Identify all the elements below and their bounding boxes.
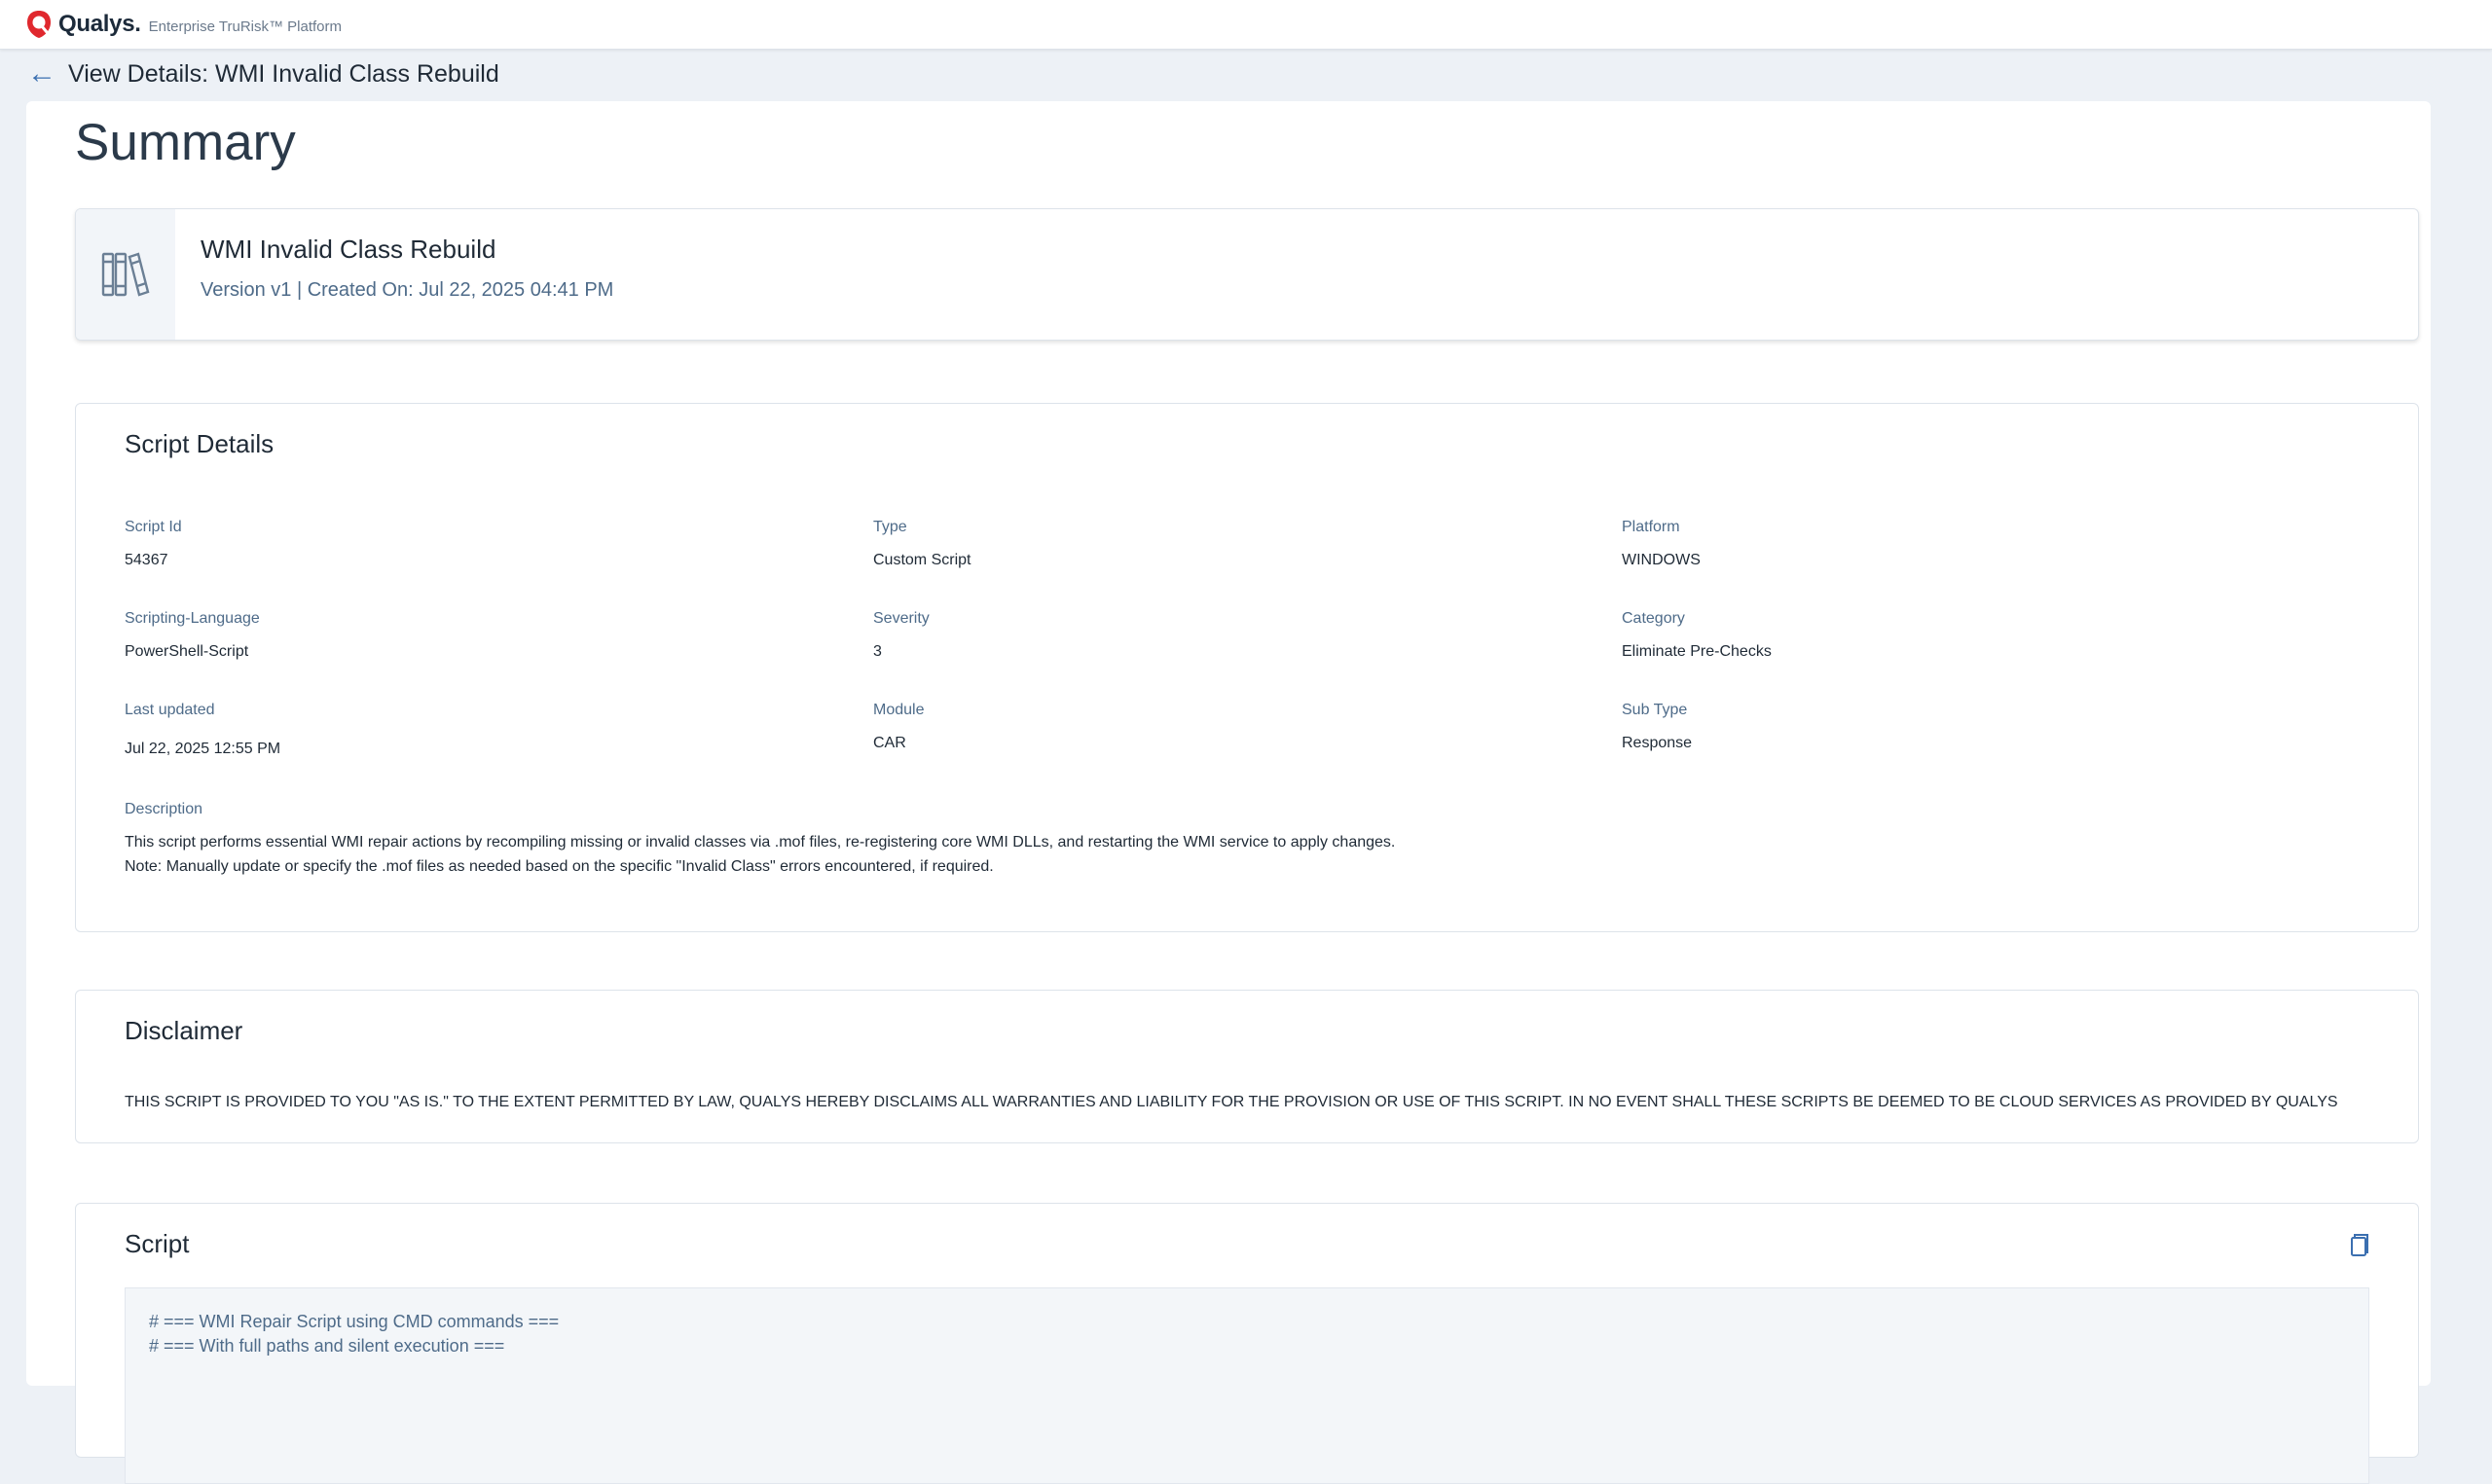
field-label: Severity bbox=[873, 610, 930, 627]
field-type: Type Custom Script bbox=[873, 519, 971, 569]
field-sub-type: Sub Type Response bbox=[1622, 702, 1692, 752]
brand-name: Qualys. bbox=[58, 11, 141, 37]
field-label: Script Id bbox=[125, 519, 182, 535]
description-line: Note: Manually update or specify the .mo… bbox=[125, 858, 994, 875]
field-label: Sub Type bbox=[1622, 702, 1688, 718]
code-line: # === With full paths and silent executi… bbox=[149, 1336, 505, 1356]
script-details-card: Script Details Script Id 54367 Type Cust… bbox=[75, 403, 2419, 932]
field-label: Module bbox=[873, 702, 925, 718]
field-value: Eliminate Pre-Checks bbox=[1622, 643, 1772, 660]
code-line: # === WMI Repair Script using CMD comman… bbox=[149, 1312, 560, 1331]
disclaimer-title: Disclaimer bbox=[125, 1016, 243, 1045]
page-header: ← View Details: WMI Invalid Class Rebuil… bbox=[27, 56, 499, 91]
qualys-logo[interactable]: Qualys. Enterprise TruRisk™ Platform bbox=[25, 10, 342, 39]
back-arrow-icon[interactable]: ← bbox=[27, 59, 56, 89]
script-name: WMI Invalid Class Rebuild bbox=[201, 235, 496, 264]
script-card: Script # === WMI Repair Script using CMD… bbox=[75, 1203, 2419, 1484]
disclaimer-card: Disclaimer THIS SCRIPT IS PROVIDED TO YO… bbox=[75, 990, 2419, 1143]
field-last-updated: Last updated Jul 22, 2025 12:55 PM bbox=[125, 702, 280, 758]
disclaimer-text: THIS SCRIPT IS PROVIDED TO YOU "AS IS." … bbox=[125, 1094, 2338, 1110]
summary-heading: Summary bbox=[75, 114, 296, 171]
description-text: This script performs essential WMI repai… bbox=[125, 830, 2364, 879]
field-value: 3 bbox=[873, 643, 882, 660]
script-details-title: Script Details bbox=[125, 429, 275, 458]
field-script-id: Script Id 54367 bbox=[125, 519, 182, 569]
field-value: Custom Script bbox=[873, 552, 971, 568]
library-books-icon bbox=[101, 252, 150, 297]
field-value: Jul 22, 2025 12:55 PM bbox=[125, 741, 281, 757]
field-label: Type bbox=[873, 519, 907, 535]
field-category: Category Eliminate Pre-Checks bbox=[1622, 610, 1772, 661]
script-title: Script bbox=[125, 1229, 190, 1258]
field-value: PowerShell-Script bbox=[125, 643, 249, 660]
field-value: Response bbox=[1622, 735, 1693, 751]
field-label: Last updated bbox=[125, 702, 215, 718]
field-value: CAR bbox=[873, 735, 906, 751]
field-label: Scripting-Language bbox=[125, 610, 260, 627]
main-content: Summary WMI Invalid Class Rebuild Versio… bbox=[26, 101, 2431, 1484]
field-label: Platform bbox=[1622, 519, 1680, 535]
field-scripting-language: Scripting-Language PowerShell-Script bbox=[125, 610, 260, 661]
field-description: Description This script performs essenti… bbox=[125, 801, 2364, 879]
script-summary-card: WMI Invalid Class Rebuild Version v1 | C… bbox=[75, 208, 2419, 341]
field-platform: Platform WINDOWS bbox=[1622, 519, 1701, 569]
description-line: This script performs essential WMI repai… bbox=[125, 834, 1396, 851]
description-label: Description bbox=[125, 801, 203, 817]
field-severity: Severity 3 bbox=[873, 610, 930, 661]
library-icon-box bbox=[76, 209, 175, 340]
script-version-meta: Version v1 | Created On: Jul 22, 2025 04… bbox=[201, 279, 614, 301]
brand-tagline: Enterprise TruRisk™ Platform bbox=[148, 18, 342, 35]
top-bar: Qualys. Enterprise TruRisk™ Platform bbox=[0, 0, 2492, 50]
field-value: 54367 bbox=[125, 552, 168, 568]
field-label: Category bbox=[1622, 610, 1685, 627]
field-value: WINDOWS bbox=[1622, 552, 1701, 568]
field-module: Module CAR bbox=[873, 702, 924, 752]
qualys-shield-icon bbox=[27, 11, 51, 38]
page-title: View Details: WMI Invalid Class Rebuild bbox=[68, 59, 499, 88]
script-code-block[interactable]: # === WMI Repair Script using CMD comman… bbox=[125, 1287, 2369, 1484]
copy-icon[interactable] bbox=[2348, 1233, 2369, 1258]
